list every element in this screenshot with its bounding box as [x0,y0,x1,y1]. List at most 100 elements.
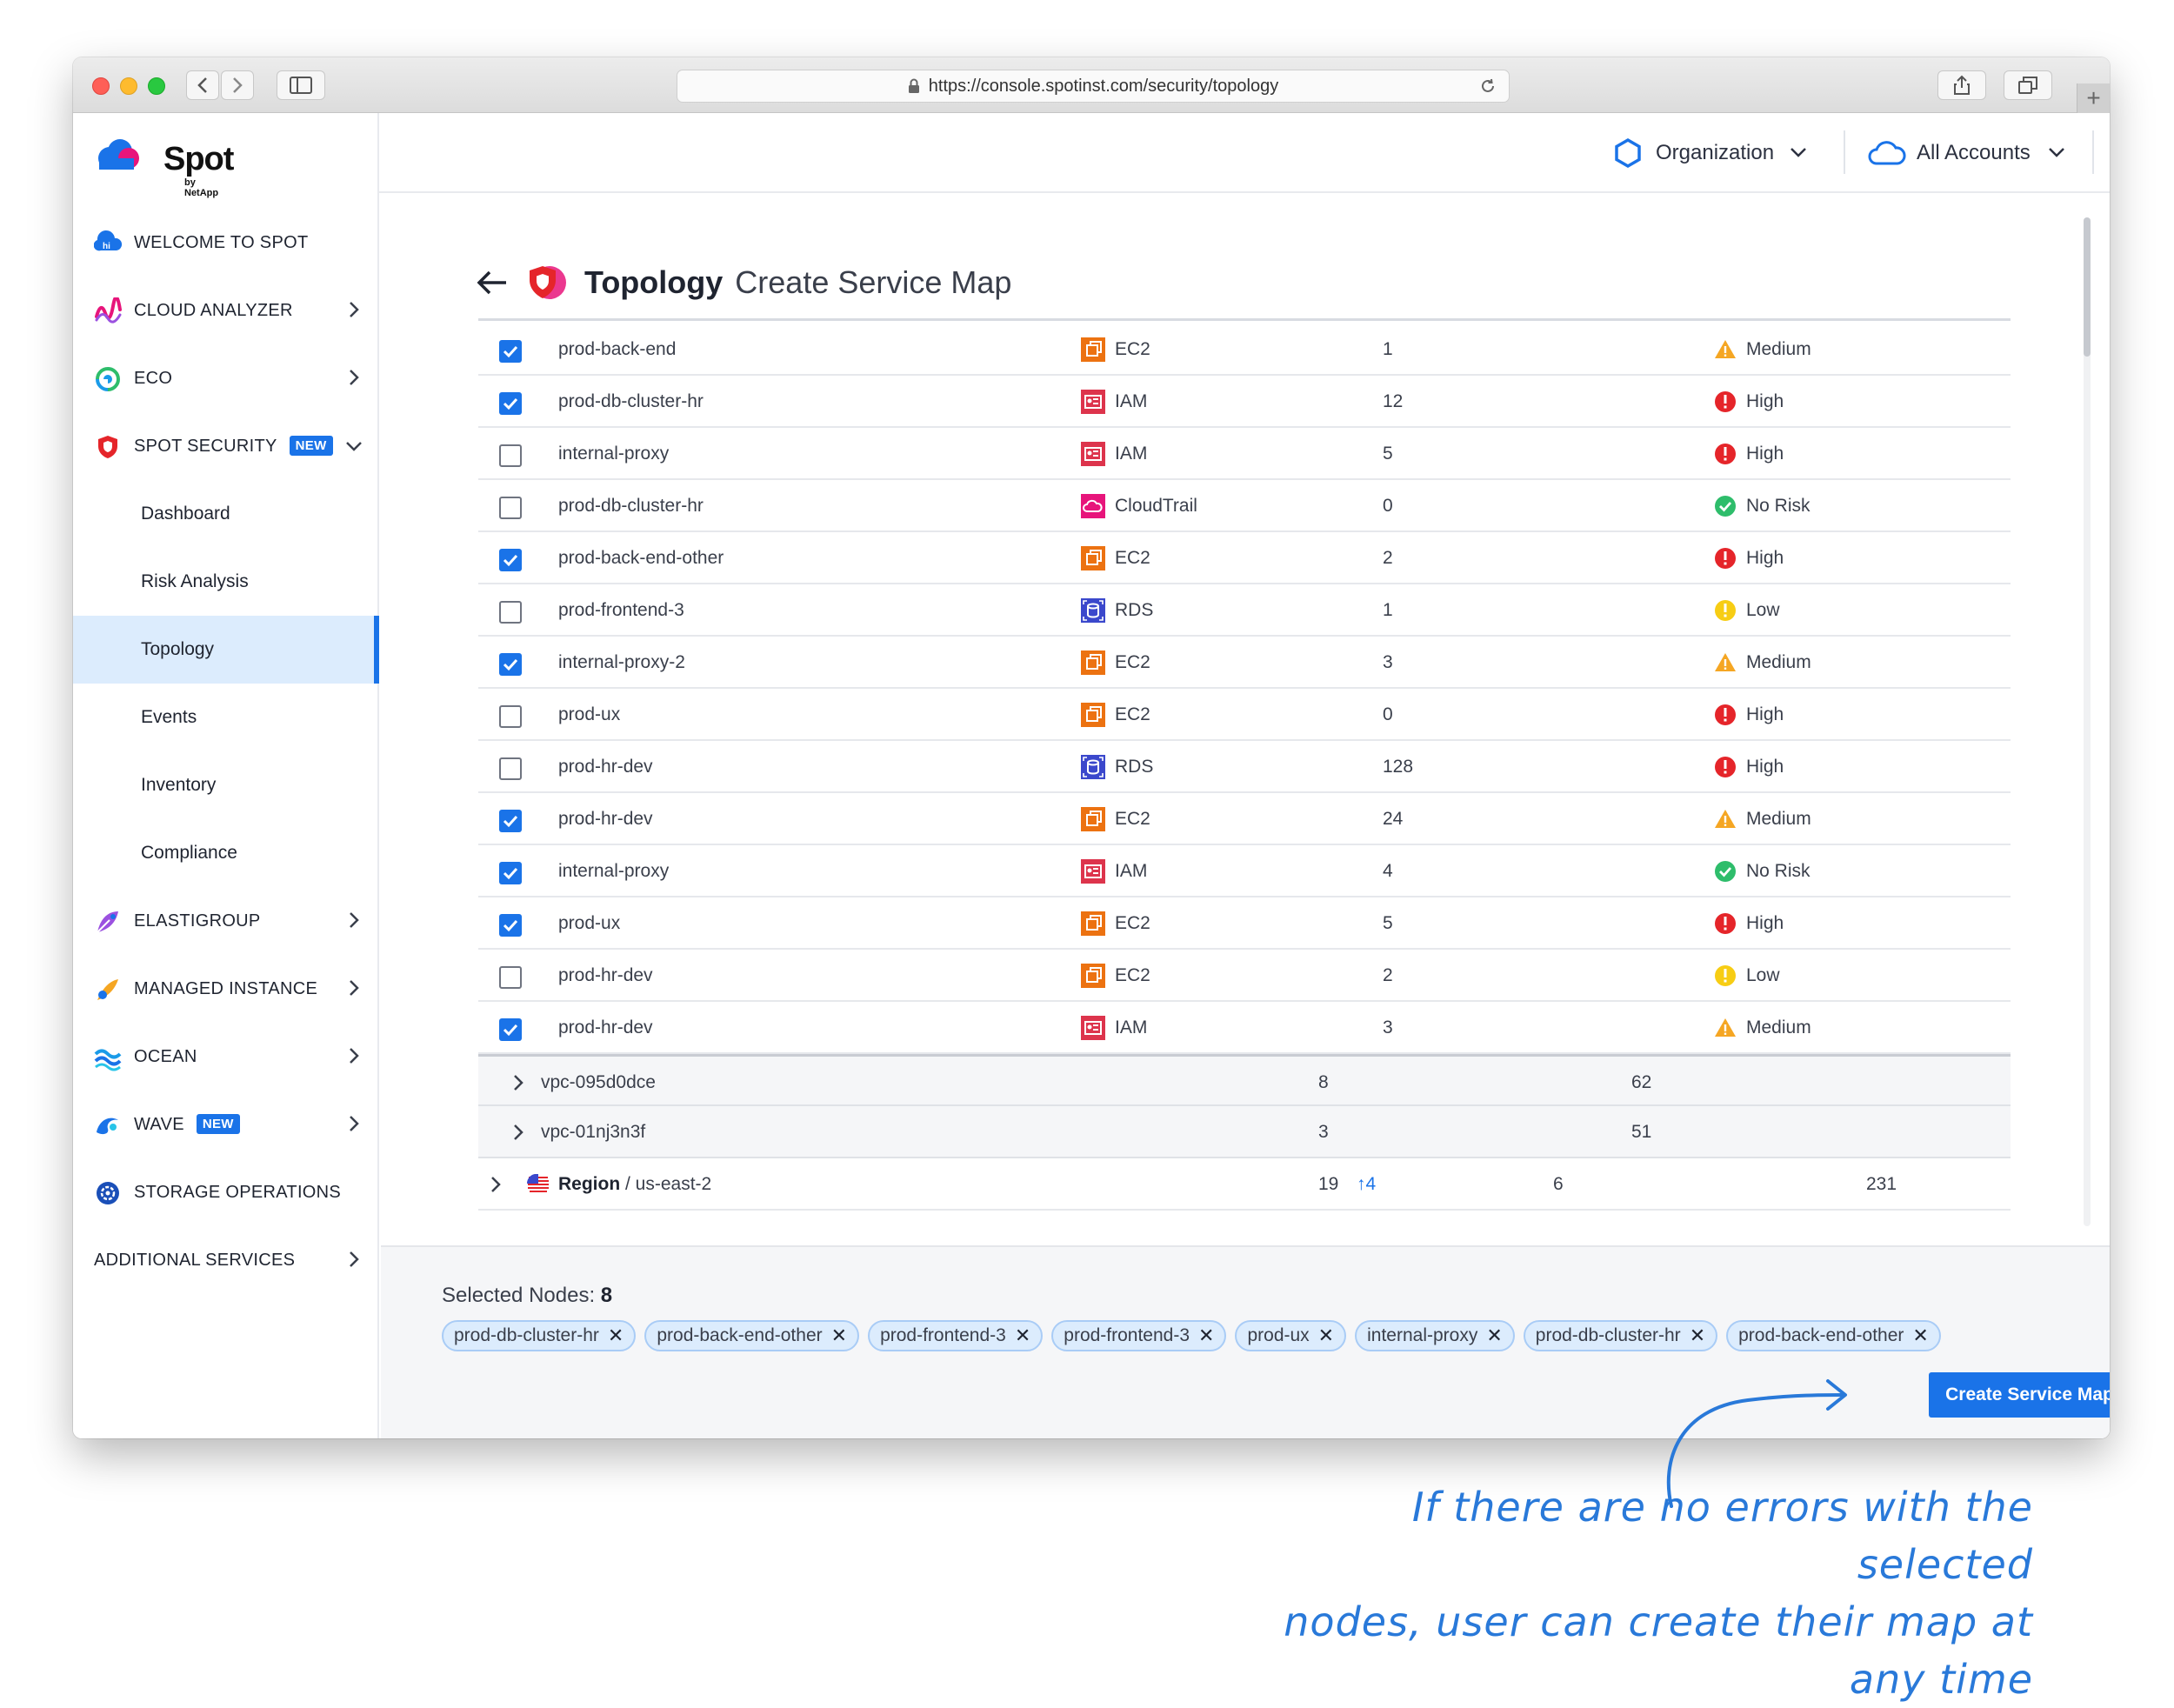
check-icon [503,397,518,410]
close-window-button[interactable] [92,77,110,95]
row-checkbox[interactable] [499,757,522,780]
sidebar-item-welcome[interactable]: hi WELCOME TO SPOT [73,209,377,277]
forward-button[interactable] [221,70,254,100]
node-risk: Medium [1746,652,1811,672]
row-checkbox[interactable] [499,653,522,676]
address-bar[interactable]: https://console.spotinst.com/security/to… [677,70,1510,103]
organization-selector[interactable]: Organization [1612,132,1807,174]
node-name: prod-ux [558,913,621,933]
table-row[interactable]: prod-back-end-other EC2 2 High [478,532,2011,584]
vpc-group-row[interactable]: vpc-095d0dce 8 62 [478,1054,2011,1106]
minimize-window-button[interactable] [120,77,137,95]
new-tab-button[interactable]: + [2077,83,2110,113]
sidebar-item-topology[interactable]: Topology [73,616,379,684]
table-row[interactable]: internal-proxy IAM 4 No Risk [478,845,2011,897]
close-icon[interactable]: ✕ [1318,1324,1334,1347]
create-service-map-button[interactable]: Create Service Map [1929,1372,2110,1418]
sidebar-item-eco[interactable]: ECO [73,344,377,412]
sidebar-item-risk-analysis[interactable]: Risk Analysis [73,548,377,616]
table-row[interactable]: prod-frontend-3 RDS 1 Low [478,584,2011,637]
vpc-group-row[interactable]: vpc-01nj3n3f 3 51 [478,1106,2011,1158]
cloud-analyzer-icon [95,297,122,324]
sidebar-item-ocean[interactable]: OCEAN [73,1023,377,1091]
sidebar-item-label: WAVE NEW [134,1114,240,1135]
back-button[interactable] [186,70,219,100]
table-row[interactable]: prod-hr-dev EC2 24 Medium [478,793,2011,845]
close-icon[interactable]: ✕ [608,1324,624,1347]
sidebar-item-cloud-analyzer[interactable]: CLOUD ANALYZER [73,277,377,344]
sidebar-toggle-button[interactable] [277,70,325,100]
reload-icon[interactable] [1479,77,1497,95]
iam-icon [1081,390,1105,414]
sidebar-item-dashboard[interactable]: Dashboard [73,480,377,548]
table-row[interactable]: prod-hr-dev EC2 2 Low [478,950,2011,1002]
sidebar-item-storage-operations[interactable]: STORAGE OPERATIONS [73,1158,377,1226]
node-chip[interactable]: prod-frontend-3 ✕ [1051,1320,1227,1351]
row-checkbox[interactable] [499,497,522,519]
table-row[interactable]: prod-back-end EC2 1 Medium [478,324,2011,376]
share-button[interactable] [1937,70,1986,100]
row-checkbox[interactable] [499,601,522,624]
row-checkbox[interactable] [499,862,522,884]
sidebar-item-spot-security[interactable]: SPOT SECURITY NEW [73,412,377,480]
zoom-window-button[interactable] [148,77,165,95]
accounts-selector[interactable]: All Accounts [1868,132,2065,174]
row-checkbox[interactable] [499,549,522,571]
browser-toolbar: https://console.spotinst.com/security/to… [73,57,2110,113]
sidebar-item-managed-instance[interactable]: MANAGED INSTANCE [73,955,377,1023]
sidebar-item-label: ELASTIGROUP [134,911,261,931]
row-checkbox[interactable] [499,914,522,937]
node-chip[interactable]: prod-back-end-other ✕ [1726,1320,1941,1351]
table-row[interactable]: prod-hr-dev RDS 128 High [478,741,2011,793]
row-checkbox[interactable] [499,340,522,363]
sidebar-subitem-label: Events [141,707,197,727]
node-chip[interactable]: prod-db-cluster-hr ✕ [442,1320,637,1351]
close-icon[interactable]: ✕ [1015,1324,1030,1347]
node-chip[interactable]: prod-frontend-3 ✕ [868,1320,1044,1351]
row-checkbox[interactable] [499,966,522,989]
tabs-button[interactable] [2004,70,2052,100]
node-count: 5 [1383,913,1393,933]
close-icon[interactable]: ✕ [1198,1324,1214,1347]
table-row[interactable]: prod-db-cluster-hr CloudTrail 0 No Risk [478,480,2011,532]
expand-chevron[interactable] [513,1124,523,1145]
sidebar-item-wave[interactable]: WAVE NEW [73,1091,377,1158]
table-row[interactable]: internal-proxy-2 EC2 3 Medium [478,637,2011,689]
region-label: Region / us-east-2 [558,1174,711,1195]
close-icon[interactable]: ✕ [831,1324,847,1347]
chip-label: internal-proxy [1367,1325,1478,1345]
node-chip[interactable]: prod-db-cluster-hr ✕ [1523,1320,1718,1351]
close-icon[interactable]: ✕ [1690,1324,1705,1347]
check-icon [503,919,518,932]
region-row[interactable]: Region / us-east-2 19 ↑4 6 231 [478,1158,2011,1211]
scrollbar[interactable] [2084,217,2091,1226]
scrollbar-thumb[interactable] [2084,217,2091,357]
row-checkbox[interactable] [499,810,522,832]
sidebar-item-elastigroup[interactable]: ELASTIGROUP [73,887,377,955]
node-risk: Medium [1746,339,1811,359]
table-row[interactable]: prod-ux EC2 0 High [478,689,2011,741]
node-chip[interactable]: internal-proxy ✕ [1355,1320,1515,1351]
sidebar-item-compliance[interactable]: Compliance [73,819,377,887]
row-checkbox[interactable] [499,392,522,415]
check-circle-icon [1715,861,1736,882]
sidebar-item-additional-services[interactable]: ADDITIONAL SERVICES [73,1226,377,1294]
node-chip[interactable]: prod-back-end-other ✕ [644,1320,860,1351]
close-icon[interactable]: ✕ [1486,1324,1502,1347]
sidebar-item-events[interactable]: Events [73,684,377,751]
ec2-icon [1081,911,1105,936]
expand-chevron[interactable] [513,1074,523,1096]
row-checkbox[interactable] [499,1018,522,1041]
table-row[interactable]: prod-db-cluster-hr IAM 12 High [478,376,2011,428]
sidebar-item-inventory[interactable]: Inventory [73,751,377,819]
table-row[interactable]: prod-hr-dev IAM 3 Medium [478,1002,2011,1054]
ec2-icon [1081,807,1105,831]
close-icon[interactable]: ✕ [1912,1324,1928,1347]
table-row[interactable]: internal-proxy IAM 5 High [478,428,2011,480]
row-checkbox[interactable] [499,705,522,728]
back-arrow-icon[interactable] [477,270,508,296]
row-checkbox[interactable] [499,444,522,467]
table-row[interactable]: prod-ux EC2 5 High [478,897,2011,950]
expand-chevron[interactable] [490,1176,501,1198]
node-chip[interactable]: prod-ux ✕ [1235,1320,1347,1351]
